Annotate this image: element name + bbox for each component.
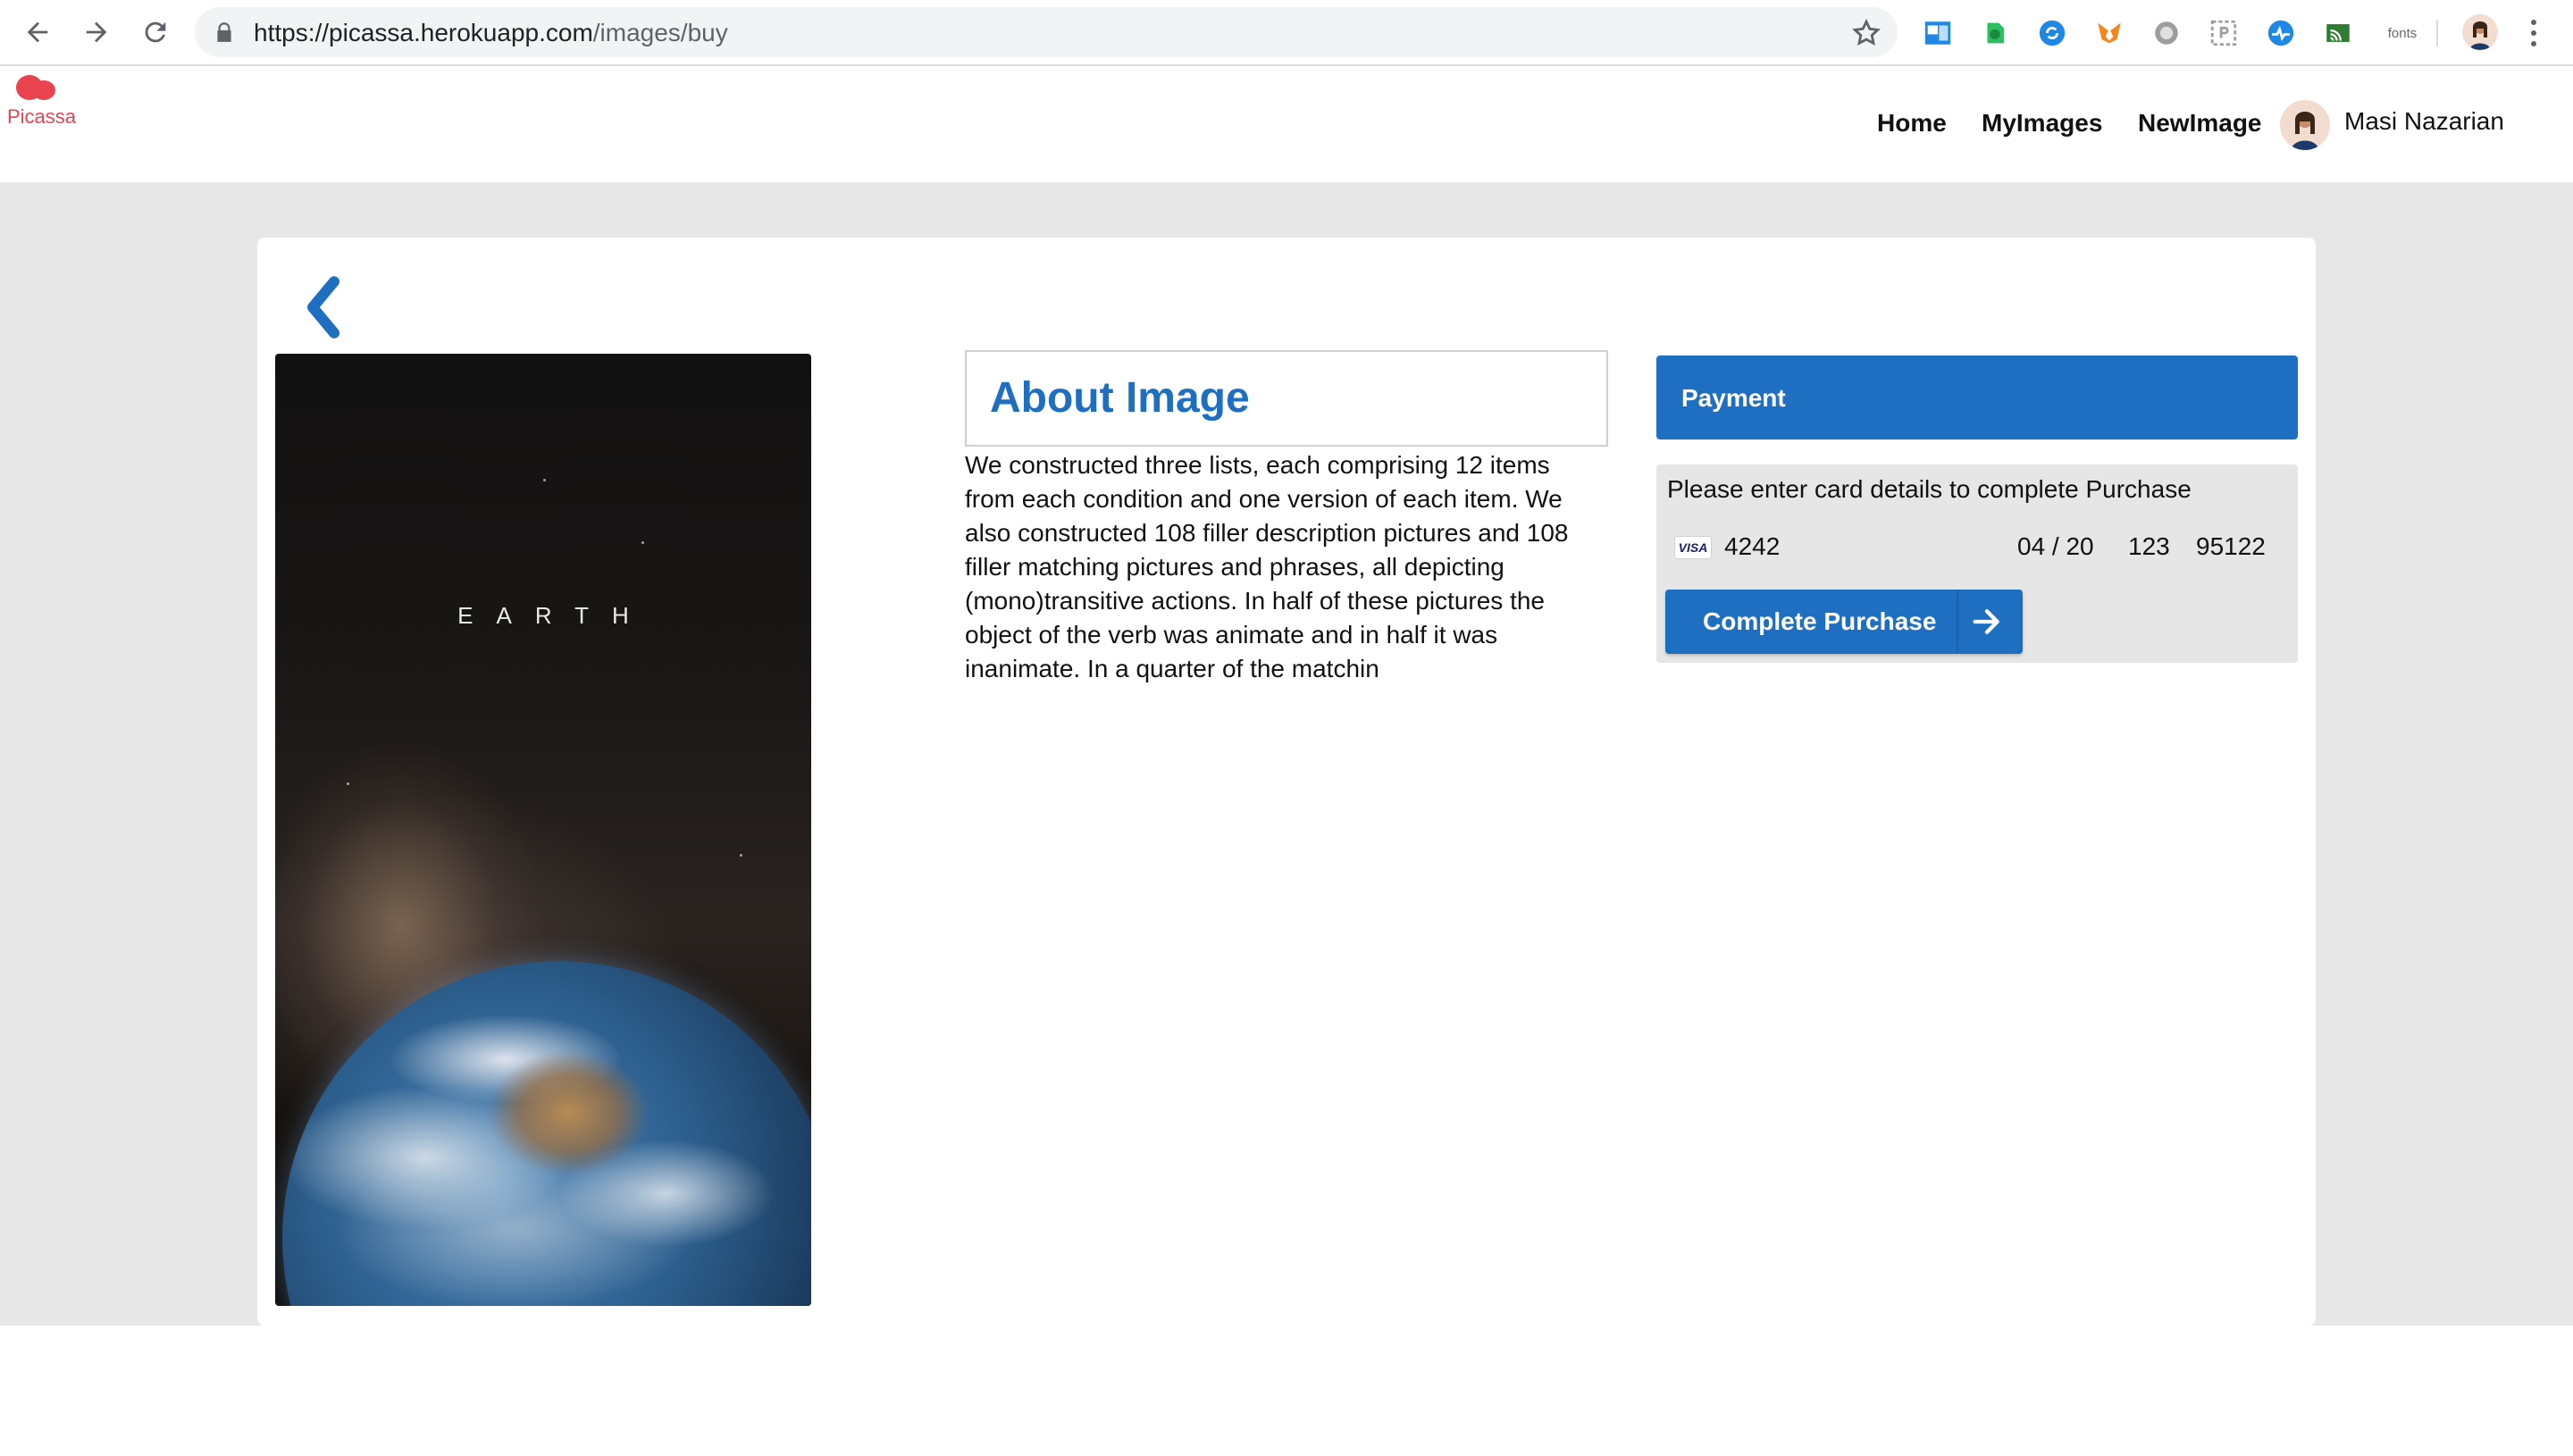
- payment-instructions: Please enter card details to complete Pu…: [1667, 475, 2192, 503]
- picassa-logo[interactable]: Picassa: [5, 71, 77, 143]
- photos-ext-icon[interactable]: [1921, 16, 1955, 50]
- back-button[interactable]: [297, 272, 350, 343]
- fonts-ext-label[interactable]: fonts: [2380, 16, 2425, 50]
- url-host: https://picassa.herokuapp.com: [254, 19, 593, 46]
- pulse-ext-icon[interactable]: [2264, 16, 2298, 50]
- complete-purchase-button[interactable]: Complete Purchase: [1665, 590, 2023, 654]
- about-title: About Image: [990, 374, 1250, 422]
- profile-avatar[interactable]: [2462, 14, 2498, 50]
- reload-icon[interactable]: [134, 11, 177, 54]
- card-number-field[interactable]: 4242: [1724, 532, 1780, 561]
- address-bar[interactable]: https://picassa.herokuapp.com/images/buy: [195, 7, 1898, 57]
- complete-purchase-label: Complete Purchase: [1703, 607, 1937, 635]
- browser-menu-icon[interactable]: [2525, 16, 2543, 50]
- card-cvc-field[interactable]: 123: [2128, 532, 2170, 561]
- url-path: /images/buy: [592, 19, 728, 46]
- payment-header-label: Payment: [1681, 384, 1786, 412]
- bookmark-star-icon[interactable]: [1851, 18, 1882, 48]
- user-name[interactable]: Masi Nazarian: [2344, 107, 2504, 136]
- purchase-card: EARTH About Image We constructed three l…: [257, 238, 2316, 1326]
- nav-my-images[interactable]: MyImages: [1982, 109, 2102, 138]
- card-details-panel: Please enter card details to complete Pu…: [1656, 464, 2298, 663]
- earth-globe: [282, 961, 811, 1306]
- card-zip-field[interactable]: 95122: [2196, 532, 2266, 561]
- url-text[interactable]: https://picassa.herokuapp.com/images/buy: [254, 19, 728, 47]
- nav-home[interactable]: Home: [1877, 109, 1947, 138]
- page-background: EARTH About Image We constructed three l…: [0, 182, 2573, 1326]
- earth-image: EARTH: [275, 354, 811, 1306]
- nav-new-image[interactable]: NewImage: [2138, 109, 2262, 138]
- visa-card-icon: VISA: [1674, 536, 1712, 559]
- payment-section: Payment Please enter card details to com…: [1656, 356, 2298, 663]
- back-arrow-icon[interactable]: [16, 11, 59, 54]
- about-description: We constructed three lists, each compris…: [965, 451, 1569, 682]
- app-header: Picassa Home MyImages NewImage Masi Naza…: [0, 66, 2573, 182]
- toolbar-divider: [2436, 20, 2438, 46]
- user-avatar[interactable]: [2280, 100, 2330, 150]
- about-section: About Image We constructed three lists, …: [965, 350, 1608, 686]
- payment-header: Payment: [1656, 356, 2298, 439]
- image-title: EARTH: [457, 602, 652, 629]
- lock-icon: [217, 22, 231, 42]
- cast-icon[interactable]: [2321, 16, 2355, 50]
- crop-ext-icon[interactable]: [2207, 16, 2241, 50]
- arrow-right-icon: [1973, 609, 1999, 634]
- chevron-left-icon: [307, 276, 339, 339]
- evernote-icon[interactable]: [1978, 16, 2012, 50]
- card-expiry-field[interactable]: 04 / 20: [2017, 532, 2094, 561]
- browser-toolbar: https://picassa.herokuapp.com/images/buy…: [0, 0, 2573, 66]
- about-title-box: About Image: [965, 350, 1608, 447]
- metamask-icon[interactable]: [2092, 16, 2126, 50]
- forward-arrow-icon[interactable]: [75, 11, 118, 54]
- logo-text: Picassa: [7, 105, 77, 128]
- sync-icon[interactable]: [2035, 16, 2069, 50]
- circle-ext-icon[interactable]: [2150, 16, 2183, 50]
